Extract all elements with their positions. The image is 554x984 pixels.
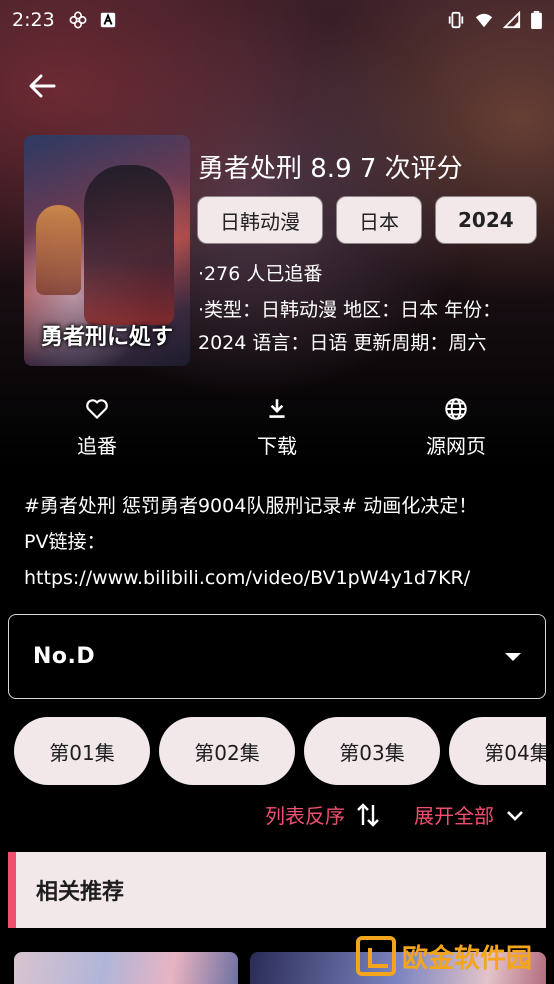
episode-button[interactable]: 第03集 <box>304 717 440 785</box>
back-button[interactable] <box>22 66 62 106</box>
vibrate-icon <box>448 11 464 29</box>
tag-chips: 日韩动漫 日本 2024 <box>197 196 537 244</box>
source-dropdown[interactable]: No.D <box>8 614 546 699</box>
source-page-label: 源网页 <box>426 434 486 458</box>
anime-meta: ·类型：日韩动漫 地区：日本 年份：2024 语言：日语 更新周期：周六 <box>198 299 502 354</box>
pinwheel-icon <box>69 11 87 29</box>
chip-year[interactable]: 2024 <box>435 196 537 244</box>
recommend-thumbnail[interactable] <box>14 952 238 984</box>
chevron-down-icon <box>507 810 523 821</box>
description-link[interactable]: https://www.bilibili.com/video/BV1pW4y1d… <box>24 560 544 596</box>
download-label: 下载 <box>257 434 297 458</box>
anime-poster[interactable]: 勇者刑に処す <box>24 135 190 366</box>
recommend-title: 相关推荐 <box>36 880 125 905</box>
watermark-icon <box>356 936 396 976</box>
sort-arrows-icon <box>357 802 379 827</box>
chip-region[interactable]: 日本 <box>336 196 422 244</box>
episode-list[interactable]: 第01集 第02集 第03集 第04集 <box>14 717 546 787</box>
reverse-order-button[interactable]: 列表反序 <box>265 800 381 829</box>
description-line-1: #勇者处刑 惩罚勇者9004队服刑记录# 动画化决定！ <box>24 495 478 517</box>
status-time: 2:23 <box>12 9 55 31</box>
download-button[interactable]: 下载 <box>217 396 337 459</box>
font-a-icon <box>100 12 115 28</box>
source-dropdown-value: No.D <box>33 644 96 669</box>
battery-icon <box>531 11 542 29</box>
download-icon <box>269 399 285 418</box>
expand-all-button[interactable]: 展开全部 <box>414 800 526 829</box>
wifi-icon <box>475 13 493 28</box>
follow-button[interactable]: 追番 <box>37 396 157 459</box>
episode-button[interactable]: 第04集 <box>449 717 546 785</box>
caret-down-icon <box>505 652 521 661</box>
arrow-left-icon <box>29 74 56 98</box>
watermark-logo: 欧金软件园 <box>356 936 532 976</box>
watermark-text: 欧金软件园 <box>402 943 533 974</box>
description: #勇者处刑 惩罚勇者9004队服刑记录# 动画化决定！ PV链接： https:… <box>24 488 544 596</box>
recommend-header: 相关推荐 <box>8 852 546 928</box>
followers-count: ·276 人已追番 <box>198 263 323 285</box>
heart-icon <box>86 399 108 419</box>
description-line-2: PV链接： <box>24 531 106 553</box>
status-bar: 2:23 <box>0 0 554 40</box>
source-page-button[interactable]: 源网页 <box>396 396 516 459</box>
follow-label: 追番 <box>77 434 117 458</box>
episode-button[interactable]: 第02集 <box>159 717 295 785</box>
episode-button[interactable]: 第01集 <box>14 717 150 785</box>
globe-icon <box>445 398 467 420</box>
expand-all-label: 展开全部 <box>414 804 494 828</box>
anime-title: 勇者处刑 8.9 7 次评分 <box>198 154 463 184</box>
signal-icon <box>503 11 521 29</box>
poster-title-logo: 勇者刑に処す <box>40 324 173 350</box>
action-bar: 追番 下载 源网页 <box>0 396 554 466</box>
reverse-order-label: 列表反序 <box>265 804 345 828</box>
chip-genre[interactable]: 日韩动漫 <box>197 196 323 244</box>
